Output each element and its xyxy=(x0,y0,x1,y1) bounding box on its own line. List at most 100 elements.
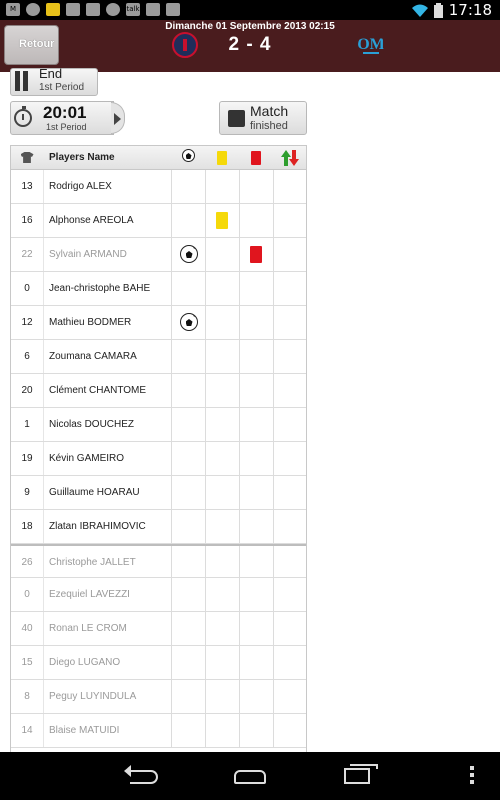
goal-cell[interactable] xyxy=(171,510,205,543)
goal-cell[interactable] xyxy=(171,612,205,645)
yellow-card-cell[interactable] xyxy=(205,408,239,441)
red-card-cell[interactable] xyxy=(239,546,273,579)
substitution-cell[interactable] xyxy=(273,612,306,645)
goal-cell[interactable] xyxy=(171,340,205,373)
table-row[interactable]: 8 Peguy LUYINDULA xyxy=(11,680,306,714)
table-row[interactable]: 26 Christophe JALLET xyxy=(11,544,306,579)
red-card-cell[interactable] xyxy=(239,204,273,237)
table-row[interactable]: 40 Ronan LE CROM xyxy=(11,612,306,646)
substitution-cell[interactable] xyxy=(273,238,306,271)
goal-cell[interactable] xyxy=(171,374,205,407)
table-row[interactable]: 15 Diego LUGANO xyxy=(11,646,306,680)
table-row[interactable]: 18 Zlatan IBRAHIMOVIC xyxy=(11,510,306,544)
substitution-cell[interactable] xyxy=(273,714,306,747)
table-row[interactable]: 9 Guillaume HOARAU xyxy=(11,476,306,510)
red-card-cell[interactable] xyxy=(239,306,273,339)
yellow-card-cell[interactable] xyxy=(205,476,239,509)
red-card-cell[interactable] xyxy=(239,408,273,441)
yellow-card-cell[interactable] xyxy=(205,272,239,305)
table-row[interactable]: 1 Nicolas DOUCHEZ xyxy=(11,408,306,442)
match-timer[interactable]: 20:01 1st Period xyxy=(10,101,125,135)
yellow-card-cell[interactable] xyxy=(205,442,239,475)
red-card-cell[interactable] xyxy=(239,170,273,203)
substitution-cell[interactable] xyxy=(273,646,306,679)
screen: { "status_bar": { "time": "17:18", "left… xyxy=(0,0,500,800)
player-name: Ronan LE CROM xyxy=(49,623,127,634)
red-card-cell[interactable] xyxy=(239,476,273,509)
yellow-card-cell[interactable] xyxy=(205,238,239,271)
yellow-card-cell[interactable] xyxy=(205,680,239,713)
home-icon[interactable] xyxy=(234,770,266,784)
substitution-cell[interactable] xyxy=(273,408,306,441)
goal-cell[interactable] xyxy=(171,408,205,441)
table-row[interactable]: 13 Rodrigo ALEX xyxy=(11,170,306,204)
yellow-card-cell[interactable] xyxy=(205,546,239,579)
goal-cell[interactable] xyxy=(171,476,205,509)
substitution-cell[interactable] xyxy=(273,476,306,509)
yellow-card-cell[interactable] xyxy=(205,510,239,543)
goal-cell[interactable] xyxy=(171,546,205,579)
goal-cell[interactable] xyxy=(171,272,205,305)
substitution-cell[interactable] xyxy=(273,340,306,373)
yellow-card-cell[interactable] xyxy=(205,578,239,611)
substitution-cell[interactable] xyxy=(273,204,306,237)
red-card-cell[interactable] xyxy=(239,646,273,679)
red-card-cell[interactable] xyxy=(239,510,273,543)
yellow-card-cell[interactable] xyxy=(205,170,239,203)
substitution-cell[interactable] xyxy=(273,374,306,407)
menu-icon[interactable] xyxy=(470,766,474,786)
goal-cell[interactable] xyxy=(171,170,205,203)
substitution-cell[interactable] xyxy=(273,170,306,203)
yellow-card-cell[interactable] xyxy=(205,340,239,373)
goal-cell[interactable] xyxy=(171,204,205,237)
play-arrow-icon[interactable] xyxy=(111,102,125,134)
goal-cell[interactable] xyxy=(171,646,205,679)
red-card-cell[interactable] xyxy=(239,238,273,271)
table-row[interactable]: 19 Kévin GAMEIRO xyxy=(11,442,306,476)
red-card-cell[interactable] xyxy=(239,680,273,713)
players-table: Players Name 13 Rodrigo ALEX 16 Alphonse AR… xyxy=(10,145,307,753)
goal-cell[interactable] xyxy=(171,238,205,271)
recent-apps-icon[interactable] xyxy=(344,764,378,784)
substitution-cell[interactable] xyxy=(273,680,306,713)
red-card-cell[interactable] xyxy=(239,714,273,747)
navigation-bar xyxy=(0,752,500,800)
substitution-cell[interactable] xyxy=(273,272,306,305)
red-card-cell[interactable] xyxy=(239,578,273,611)
back-icon[interactable] xyxy=(124,765,158,784)
goal-cell[interactable] xyxy=(171,714,205,747)
table-row[interactable]: 14 Blaise MATUIDI xyxy=(11,714,306,748)
table-row[interactable]: 0 Ezequiel LAVEZZI xyxy=(11,578,306,612)
substitution-cell[interactable] xyxy=(273,306,306,339)
shop-icon xyxy=(166,3,180,16)
substitution-cell[interactable] xyxy=(273,546,306,579)
substitution-cell[interactable] xyxy=(273,578,306,611)
substitution-cell[interactable] xyxy=(273,510,306,543)
goal-cell[interactable] xyxy=(171,306,205,339)
table-row[interactable]: 22 Sylvain ARMAND xyxy=(11,238,306,272)
yellow-card-cell[interactable] xyxy=(205,204,239,237)
table-row[interactable]: 0 Jean-christophe BAHE xyxy=(11,272,306,306)
yellow-card-cell[interactable] xyxy=(205,306,239,339)
table-row[interactable]: 20 Clément CHANTOME xyxy=(11,374,306,408)
yellow-card-cell[interactable] xyxy=(205,714,239,747)
yellow-card-cell[interactable] xyxy=(205,612,239,645)
red-card-cell[interactable] xyxy=(239,374,273,407)
yellow-card-cell[interactable] xyxy=(205,374,239,407)
red-card-cell[interactable] xyxy=(239,272,273,305)
red-card-cell[interactable] xyxy=(239,340,273,373)
goal-cell[interactable] xyxy=(171,578,205,611)
table-row[interactable]: 16 Alphonse AREOLA xyxy=(11,204,306,238)
chrome-icon xyxy=(26,3,40,16)
goal-cell[interactable] xyxy=(171,442,205,475)
period-status[interactable]: End 1st Period xyxy=(10,66,98,96)
match-status-button[interactable]: Match finished xyxy=(219,101,307,135)
red-card-cell[interactable] xyxy=(239,442,273,475)
substitution-cell[interactable] xyxy=(273,442,306,475)
yellow-card-cell[interactable] xyxy=(205,646,239,679)
table-row[interactable]: 12 Mathieu BODMER xyxy=(11,306,306,340)
red-card-cell[interactable] xyxy=(239,612,273,645)
goal-cell[interactable] xyxy=(171,680,205,713)
player-number: 26 xyxy=(21,557,33,568)
table-row[interactable]: 6 Zoumana CAMARA xyxy=(11,340,306,374)
